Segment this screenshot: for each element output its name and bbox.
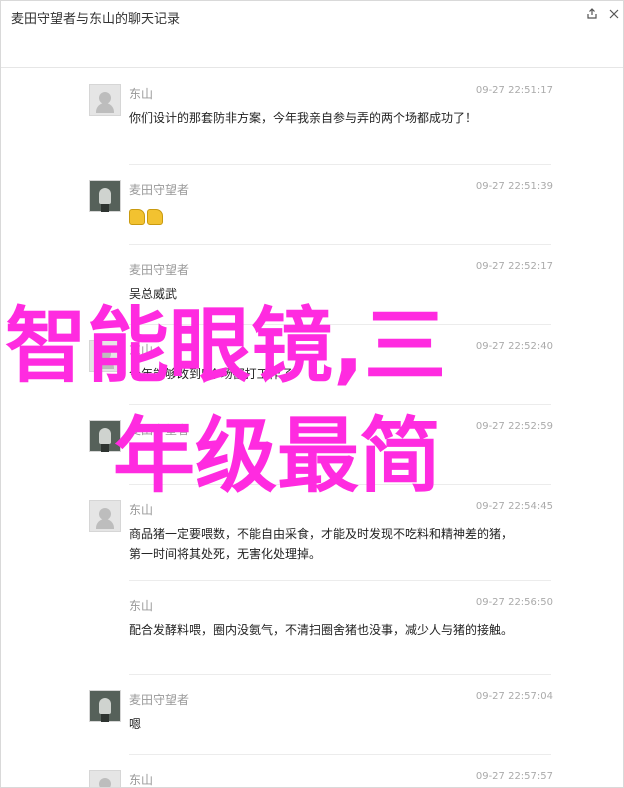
message-text: 商品猪一定要喂数，不能自由采食，才能及时发现不吃料和精神差的猪，第一时间将其处死… [129, 527, 514, 561]
sender-name: 东山 [129, 773, 154, 787]
timestamp: 09-27 22:51:39 [475, 181, 553, 192]
sender-name: 麦田守望者 [129, 693, 190, 707]
avatar[interactable] [89, 84, 121, 116]
sender-name: 麦田守望者 [129, 263, 190, 277]
close-icon[interactable] [605, 5, 623, 23]
avatar[interactable] [89, 770, 121, 787]
overlay-headline-line1: 智能眼镜,三 [5, 299, 447, 394]
thumbs-up-icon [129, 206, 165, 226]
title-bar: 麦田守望者与东山的聊天记录 [1, 1, 623, 68]
timestamp: 09-27 22:57:04 [475, 691, 553, 702]
avatar[interactable] [89, 180, 121, 212]
divider [129, 674, 551, 675]
message-text: 嗯 [129, 717, 142, 731]
window-title: 麦田守望者与东山的聊天记录 [11, 12, 181, 27]
timestamp: 09-27 22:57:57 [475, 771, 553, 782]
divider [129, 404, 551, 405]
sender-name: 麦田守望者 [129, 183, 190, 197]
timestamp: 09-27 22:56:50 [475, 597, 553, 608]
divider [129, 580, 551, 581]
chat-window: 麦田守望者与东山的聊天记录 东山 09-27 22:51:17 你们设计的那套防… [0, 0, 624, 788]
share-icon[interactable] [583, 5, 601, 23]
overlay-headline-line2: 年级最简 [113, 409, 442, 504]
avatar[interactable] [89, 690, 121, 722]
sender-name: 东山 [129, 599, 154, 613]
message-emoji [129, 206, 529, 226]
divider [129, 754, 551, 755]
timestamp: 09-27 22:52:17 [475, 261, 553, 272]
divider [129, 244, 551, 245]
message-text: 你们设计的那套防非方案，今年我亲自参与弄的两个场都成功了！ [129, 111, 478, 125]
timestamp: 09-27 22:51:17 [475, 85, 553, 96]
divider [129, 164, 551, 165]
sender-name: 东山 [129, 87, 154, 101]
message-text: 配合发酵料喂，圈内没氨气，不清扫圈舍猪也没事，减少人与猪的接触。 [129, 623, 514, 637]
